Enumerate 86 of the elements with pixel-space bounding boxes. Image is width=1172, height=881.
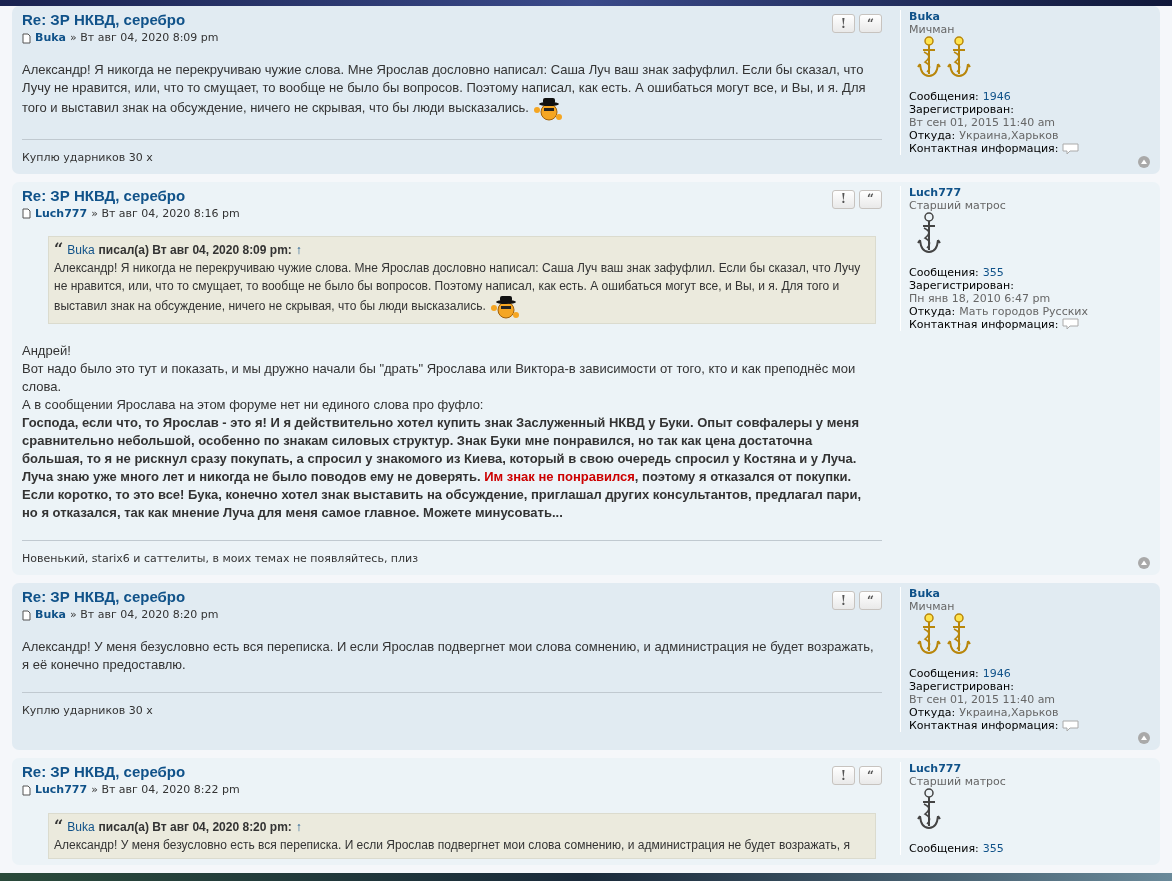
profile-label: Зарегистрирован: [909,278,1014,292]
jump-link[interactable]: ↑ [295,817,302,836]
document-icon [22,784,31,796]
profile-name-link[interactable]: Buka [909,587,1150,600]
profile-value: Пн янв 18, 2010 6:47 pm [909,291,1051,305]
post-text: Вот надо было это тут и показать, и мы дружно начали бы "драть" Ярослава или Виктора-в зависимости от того, кто и как преподнёс мои слова. [22,360,857,396]
rank-title: Мичман [909,23,956,36]
author-link[interactable]: Luch777 [35,205,88,222]
post-count-link[interactable]: 355 [982,265,1004,279]
post-date: » Вт авг 04, 2020 8:20 pm [69,607,219,623]
back-to-top-icon[interactable] [1138,732,1150,744]
quote-text: Александр! Я никогда не перекручиваю чужие слова. Мне Ярослав дословно написал: Саша Луч ваш знак зафуфлил. Если бы сказал, что Лучу не нравится, или, что то смущает, то вообще не было бы вопросов. Поэтому написал, как есть. А ошибаться могут все, и Вы, и я. Для того и выставил знак на обсуждение, ничего не скрывая, что бы люди высказались. [54,259,870,319]
profile-name-link[interactable]: Buka [909,10,1150,23]
profile-label: Откуда: [909,304,956,318]
anchor-rank-icon [917,788,941,832]
document-icon [22,32,31,44]
back-to-top-icon[interactable] [1138,155,1150,168]
report-button[interactable]: ! [832,766,855,785]
post-title-link[interactable]: Re: ЗР НКВД, серебро [22,10,219,30]
post-text: Господа, если что, то Ярослав - это я! И я действительно хотел купить знак Заслуженный НКВД у Буки. Опыт совфалеры у меня сравнительно небольшой, особенно по знакам силовых структур. Знак Буки мне понравился, но так как цена достаточна большая, то я не рискнул сразу покупать, а спросил у знакомого из Киева, который в свою очередь спросил у Костяна и у Луча. Луча знаю уже много лет и никогда не было поводов ему не доверять. Им знак не понравился, поэтому я отказался от покупки. Если коротко, то это все! Бука, конечно хотел знак выставить на обсуждение, приглашал других консультантов, предлагал пари, но я отказался, так как мнение Луча для меня самое главное. Можете минусовать... [22,414,863,522]
profile-value: Украина,Харьков [959,129,1059,142]
quote-text: Александр! У меня безусловно есть вся переписка. И если Ярослав подвергнет мои слова сомнению, и администрация не будет возражать, я [54,836,851,854]
quote-mark: “ [54,241,64,259]
post-count-link[interactable]: 1946 [982,667,1011,680]
profile-value: Мать городов Русских [959,304,1088,318]
signature-text: Куплю ударников 30 х [22,703,153,717]
author-link[interactable]: Buka [35,30,66,47]
profile-label: Контактная информация: [909,317,1059,331]
profile-label: Зарегистрирован: [909,103,1014,116]
document-icon [22,208,31,220]
anchor-rank-icon [917,613,941,657]
report-button[interactable]: ! [832,14,855,33]
report-button[interactable]: ! [832,591,855,610]
signature-text: Куплю ударников 30 х [22,150,153,164]
post-title-link[interactable]: Re: ЗР НКВД, серебро [22,185,240,206]
rank-title: Старший матрос [909,775,1007,788]
quote-button[interactable]: “ [859,591,882,610]
post-text: А в сообщении Ярослава на этом форуме нет ни единого слова про фуфло: [22,396,485,414]
quote-button[interactable]: “ [859,14,882,33]
profile-name-link[interactable]: Luch777 [909,762,1150,775]
quote-button[interactable]: “ [859,189,882,209]
rank-title: Мичман [909,600,956,613]
rank-title: Старший матрос [909,198,1007,212]
author-link[interactable]: Buka [35,607,66,624]
profile-label: Откуда: [909,129,956,142]
post-count-link[interactable]: 355 [982,842,1004,855]
post-text: Александр! Я никогда не перекручиваю чужие слова. Мне Ярослав дословно написал: Саша Луч ваш знак зафуфлил. Если бы сказал, что Лучу не нравится, или, что то смущает, то вообще не было бы вопросов. Поэтому написал, как есть. А ошибаться могут все, и Вы, и я. Для того и выставил знак на обсуждение, ничего не скрывая, что бы люди высказались. [22,60,876,121]
quote-meta: писал(а) Вт авг 04, 2020 8:09 pm: [98,242,292,259]
post-text: Александр! У меня безусловно есть вся переписка. И если Ярослав подвергнет мои слова сомнению, и администрация не будет возражать, я её конечно предоставлю. [22,637,875,674]
profile-label: Сообщения: [909,90,979,103]
profile-value: Украина,Харьков [959,706,1059,719]
post-count-link[interactable]: 1946 [982,90,1011,103]
quote-meta: писал(а) Вт авг 04, 2020 8:20 pm: [98,818,292,836]
jump-link[interactable]: ↑ [295,241,302,259]
speech-bubble-icon[interactable] [1062,719,1080,732]
document-icon [22,609,31,621]
anchor-rank-icon [917,36,941,80]
profile-value: Вт сен 01, 2015 11:40 am [909,693,1056,706]
quote-author-link[interactable]: Buka [67,241,95,259]
quote-mark: “ [54,817,64,836]
post-title-link[interactable]: Re: ЗР НКВД, серебро [22,587,219,607]
profile-label: Откуда: [909,706,956,719]
post-title-link[interactable]: Re: ЗР НКВД, серебро [22,762,240,782]
profile-label: Сообщения: [909,842,979,855]
profile-name-link[interactable]: Luch777 [909,185,1150,199]
back-to-top-icon[interactable] [1138,557,1150,569]
signature-text: Новенький, starix6 и саттелиты, в моих темах не появляйтесь, плиз [22,552,419,565]
report-button[interactable]: ! [832,189,855,209]
quote-button[interactable]: “ [859,766,882,785]
profile-label: Сообщения: [909,667,979,680]
speech-bubble-icon[interactable] [1062,142,1080,155]
anchor-rank-icon [947,36,971,80]
post-text: Андрей! [22,342,72,360]
speech-bubble-icon[interactable] [1062,318,1080,330]
profile-label: Зарегистрирован: [909,680,1014,693]
profile-label: Контактная информация: [909,719,1059,732]
anchor-rank-icon [947,613,971,657]
quote-author-link[interactable]: Buka [67,817,95,836]
post-date: » Вт авг 04, 2020 8:16 pm [91,205,240,222]
post-date: » Вт авг 04, 2020 8:22 pm [91,782,240,798]
profile-label: Контактная информация: [909,142,1059,155]
profile-label: Сообщения: [909,265,979,279]
profile-value: Вт сен 01, 2015 11:40 am [909,116,1056,129]
post-date: » Вт авг 04, 2020 8:09 pm [69,30,219,46]
author-link[interactable]: Luch777 [35,782,88,799]
anchor-rank-icon [917,211,941,256]
